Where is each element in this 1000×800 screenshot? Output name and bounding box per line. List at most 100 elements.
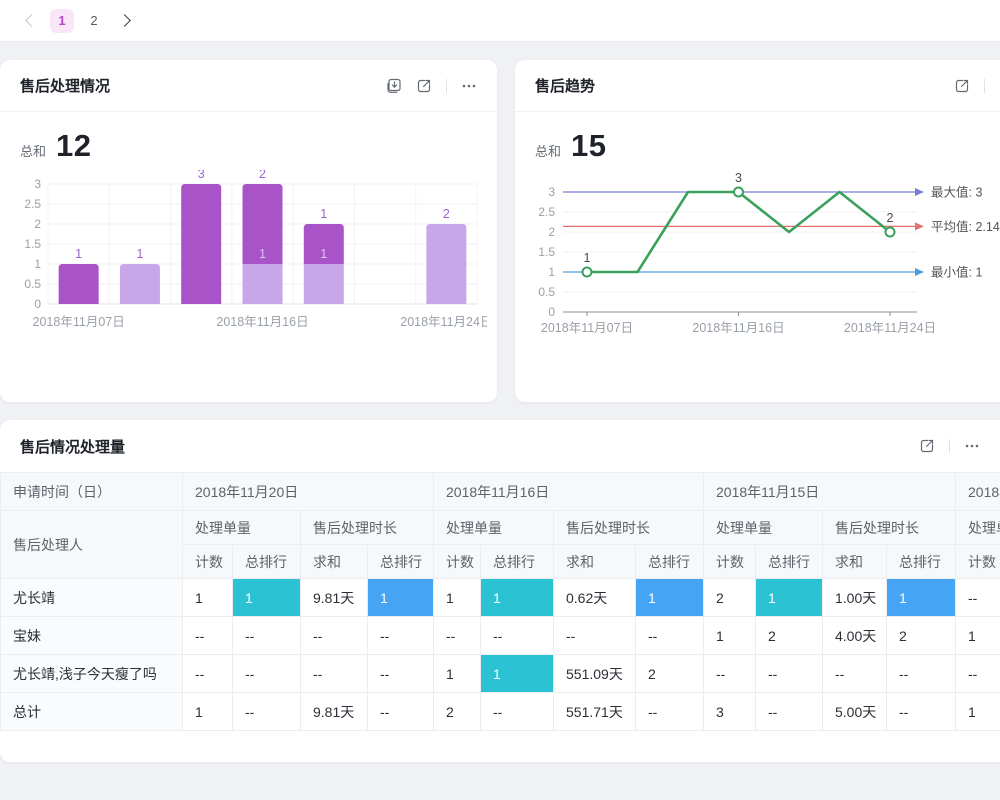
- svg-text:2: 2: [34, 217, 41, 231]
- table-cell: 5.00天: [823, 693, 887, 731]
- sub-metric-header: 计数: [434, 545, 481, 579]
- expand-icon[interactable]: [919, 438, 935, 454]
- svg-text:2018年11月07日: 2018年11月07日: [33, 315, 125, 329]
- svg-text:1: 1: [320, 247, 327, 261]
- svg-text:1: 1: [34, 257, 41, 271]
- date-group-header: 2018年11月16日: [434, 473, 704, 511]
- metric-header: 处理单量: [704, 511, 823, 545]
- row-label: 尤长靖: [1, 579, 183, 617]
- sub-metric-header: 求和: [301, 545, 368, 579]
- more-icon[interactable]: [461, 78, 477, 94]
- card-title: 售后处理情况: [20, 75, 110, 96]
- table-cell: 551.09天: [554, 655, 636, 693]
- svg-text:1.5: 1.5: [538, 245, 555, 259]
- svg-text:2: 2: [259, 170, 266, 181]
- table-cell: --: [756, 655, 823, 693]
- svg-text:2.5: 2.5: [538, 205, 555, 219]
- sub-metric-header: 总排行: [233, 545, 301, 579]
- table-cell: 1: [956, 617, 1000, 655]
- table-cell: --: [956, 579, 1000, 617]
- svg-text:2018年11月24日: 2018年11月24日: [844, 321, 936, 335]
- sub-metric-header: 计数: [704, 545, 756, 579]
- table-cell: 4.00天: [823, 617, 887, 655]
- svg-text:2018年11月16日: 2018年11月16日: [216, 315, 308, 329]
- line-chart-card: 售后趋势 总和 15 00.511.522.53最大值: 3平均值: 2.14最…: [515, 60, 1000, 402]
- svg-text:最大值: 3: 最大值: 3: [931, 185, 982, 200]
- svg-text:1.5: 1.5: [24, 237, 41, 251]
- table-cell: --: [301, 655, 368, 693]
- table-cell: 1: [434, 579, 481, 617]
- expand-icon[interactable]: [954, 78, 970, 94]
- row-label: 总计: [1, 693, 183, 731]
- table-cell: --: [704, 655, 756, 693]
- table-cell: --: [887, 655, 956, 693]
- table-cell: 2: [887, 617, 956, 655]
- sub-metric-header: 总排行: [481, 545, 554, 579]
- table-cell: --: [368, 655, 434, 693]
- svg-text:0.5: 0.5: [24, 277, 41, 291]
- metric-header: 售后处理时长: [301, 511, 434, 545]
- table-cell: 1: [704, 617, 756, 655]
- table-cell: --: [233, 655, 301, 693]
- download-icon[interactable]: [386, 78, 402, 94]
- table-cell: 1.00天: [823, 579, 887, 617]
- table-cell: --: [887, 693, 956, 731]
- table-cell: 1: [887, 579, 956, 617]
- expand-icon[interactable]: [416, 78, 432, 94]
- metric-header: 处理单量: [183, 511, 301, 545]
- corner-header-person: 售后处理人: [1, 511, 183, 579]
- table-cell: --: [233, 693, 301, 731]
- sub-metric-header: 求和: [554, 545, 636, 579]
- trend-line-chart: 00.511.522.53最大值: 3平均值: 2.14最小值: 1132201…: [525, 170, 1000, 348]
- card-title: 售后情况处理量: [20, 436, 125, 457]
- page-button-1[interactable]: 1: [50, 9, 74, 33]
- svg-text:1: 1: [136, 247, 143, 261]
- sub-metric-header: 计数: [956, 545, 1000, 579]
- pivot-table-card: 售后情况处理量 申请时间（日）2018年11月20日2018年11月16日201…: [0, 420, 1000, 762]
- card-header: 售后处理情况: [0, 60, 497, 112]
- table-cell: --: [368, 693, 434, 731]
- divider: [446, 79, 447, 93]
- table-cell: --: [554, 617, 636, 655]
- next-page-button[interactable]: [114, 9, 138, 33]
- svg-text:1: 1: [320, 207, 327, 221]
- svg-text:0: 0: [34, 297, 41, 311]
- table-cell: 1: [368, 579, 434, 617]
- page-button-2[interactable]: 2: [82, 9, 106, 33]
- table-cell: 1: [481, 579, 554, 617]
- svg-text:1: 1: [75, 247, 82, 261]
- row-label: 宝妹: [1, 617, 183, 655]
- card-header: 售后情况处理量: [0, 420, 1000, 472]
- top-pagination-bar: 1 2: [0, 0, 1000, 42]
- table-cell: --: [756, 693, 823, 731]
- table-cell: --: [481, 693, 554, 731]
- divider: [984, 79, 985, 93]
- table-row: 总计1--9.81天--2--551.71天--3--5.00天--1: [1, 693, 1000, 731]
- table-cell: 1: [183, 693, 233, 731]
- table-cell: 1: [233, 579, 301, 617]
- kpi-summary: 总和 12: [0, 112, 497, 164]
- svg-text:2018年11月16日: 2018年11月16日: [692, 321, 784, 335]
- more-icon[interactable]: [964, 438, 980, 454]
- metric-header: 处理单量: [956, 511, 1000, 545]
- metric-header: 售后处理时长: [554, 511, 704, 545]
- row-label: 尤长靖,浅子今天瘦了吗: [1, 655, 183, 693]
- table-cell: 2: [434, 693, 481, 731]
- svg-text:3: 3: [548, 185, 555, 199]
- prev-page-button[interactable]: [18, 9, 42, 33]
- table-cell: 1: [956, 693, 1000, 731]
- bar-chart-card: 售后处理情况 总和 12 00.511.522.53113211122018年1…: [0, 60, 497, 402]
- sub-metric-header: 计数: [183, 545, 233, 579]
- sub-metric-header: 总排行: [756, 545, 823, 579]
- table-cell: --: [301, 617, 368, 655]
- stacked-bar-chart: 00.511.522.53113211122018年11月07日2018年11月…: [10, 170, 487, 342]
- kpi-label: 总和: [20, 141, 46, 160]
- svg-text:2018年11月24日: 2018年11月24日: [400, 315, 487, 329]
- table-cell: --: [636, 617, 704, 655]
- table-cell: 1: [183, 579, 233, 617]
- sub-metric-header: 总排行: [636, 545, 704, 579]
- table-row: 尤长靖,浅子今天瘦了吗--------11551.09天2----------: [1, 655, 1000, 693]
- svg-text:0: 0: [548, 305, 555, 319]
- table-cell: --: [481, 617, 554, 655]
- card-title: 售后趋势: [535, 75, 595, 96]
